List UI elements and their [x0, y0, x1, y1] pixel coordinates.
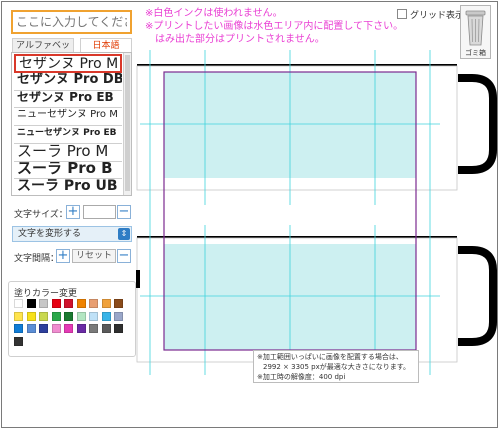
trash-button[interactable]: ゴミ箱: [460, 5, 491, 59]
notice-overflow: はみ出た部分はプリントされません。: [155, 34, 325, 45]
info-line-1: ※加工範囲いっぱいに画像を配置する場合は、: [257, 353, 403, 361]
color-swatch[interactable]: [64, 311, 73, 321]
font-list-scroll-thumb[interactable]: [125, 55, 130, 191]
transform-text-label: 文字を変形する: [18, 229, 82, 239]
color-swatch[interactable]: [26, 311, 36, 321]
font-option[interactable]: スーラ Pro UB: [14, 178, 122, 195]
font-option[interactable]: セザンヌ Pro DB: [14, 72, 122, 91]
color-swatch[interactable]: [26, 299, 36, 308]
color-swatch[interactable]: [51, 311, 61, 321]
color-swatch[interactable]: [14, 336, 23, 346]
font-option[interactable]: スーラ Pro B: [14, 160, 122, 180]
font-size-label: 文字サイズ：: [14, 210, 68, 220]
font-option[interactable]: セザンヌ Pro M: [14, 54, 122, 73]
trash-label: ゴミ箱: [465, 49, 486, 57]
font-option[interactable]: ニューセザンヌ Pro EB: [14, 125, 122, 144]
fill-color-title: 塗りカラー変更: [14, 289, 78, 299]
grid-toggle[interactable]: グリッド表示: [397, 8, 464, 21]
color-swatch[interactable]: [114, 299, 123, 308]
trash-icon: [465, 10, 486, 46]
select-arrows-icon: ⇕: [118, 228, 130, 240]
color-swatch[interactable]: [14, 324, 23, 333]
color-swatch[interactable]: [64, 299, 73, 308]
color-swatch[interactable]: [51, 324, 61, 333]
color-swatch[interactable]: [114, 324, 123, 333]
color-swatch[interactable]: [76, 324, 86, 333]
font-list: スーラ Pro UB スーラ Pro B スーラ Pro M ニューセザンヌ Pro …: [11, 52, 132, 196]
color-swatch[interactable]: [39, 324, 48, 333]
color-swatch[interactable]: [51, 299, 61, 308]
info-line-2: 2992 × 3305 pxが最適な大きさになります。: [263, 363, 411, 371]
color-swatch[interactable]: [64, 324, 73, 333]
font-size-field[interactable]: [83, 205, 116, 219]
info-box: ※加工範囲いっぱいに画像を配置する場合は、 2992 × 3305 pxが最適な…: [253, 350, 419, 383]
color-swatch[interactable]: [89, 299, 98, 308]
color-swatch[interactable]: [76, 299, 86, 308]
letter-spacing-decrease-button[interactable]: −: [117, 249, 131, 263]
font-option[interactable]: セザンヌ Pro EB: [14, 89, 122, 109]
color-swatch[interactable]: [14, 311, 23, 321]
color-swatch[interactable]: [89, 324, 98, 333]
color-swatch[interactable]: [89, 311, 98, 321]
color-swatch[interactable]: [101, 311, 111, 321]
grid-label: グリッド表示: [410, 11, 465, 21]
color-swatch[interactable]: [101, 299, 111, 308]
font-option[interactable]: ニューセザンヌ Pro M: [14, 107, 122, 127]
color-swatch[interactable]: [76, 311, 86, 321]
color-swatch[interactable]: [26, 324, 36, 333]
color-swatch[interactable]: [39, 311, 48, 321]
font-size-decrease-button[interactable]: −: [117, 205, 131, 219]
tab-alphabet[interactable]: アルファベット: [12, 38, 74, 66]
info-line-3: ※加工時の解像度：400 dpi: [257, 373, 346, 381]
color-swatch[interactable]: [39, 299, 48, 308]
font-option[interactable]: スーラ Pro M: [14, 143, 122, 162]
fill-color-panel: 塗りカラー変更: [8, 281, 136, 357]
font-size-increase-button[interactable]: +: [66, 205, 80, 219]
tab-japanese[interactable]: 日本語: [80, 38, 132, 53]
letter-spacing-increase-button[interactable]: +: [56, 249, 70, 263]
color-swatch[interactable]: [101, 324, 111, 333]
color-swatch[interactable]: [114, 311, 123, 321]
letter-spacing-reset-button[interactable]: リセット: [72, 249, 116, 263]
transform-text-select[interactable]: 文字を変形する ⇕: [12, 226, 132, 242]
font-list-scrollbar[interactable]: [123, 53, 131, 195]
grid-checkbox[interactable]: [397, 9, 407, 19]
color-swatch[interactable]: [14, 299, 23, 308]
letter-spacing-label: 文字間隔：: [14, 254, 60, 264]
text-input[interactable]: [11, 10, 132, 34]
